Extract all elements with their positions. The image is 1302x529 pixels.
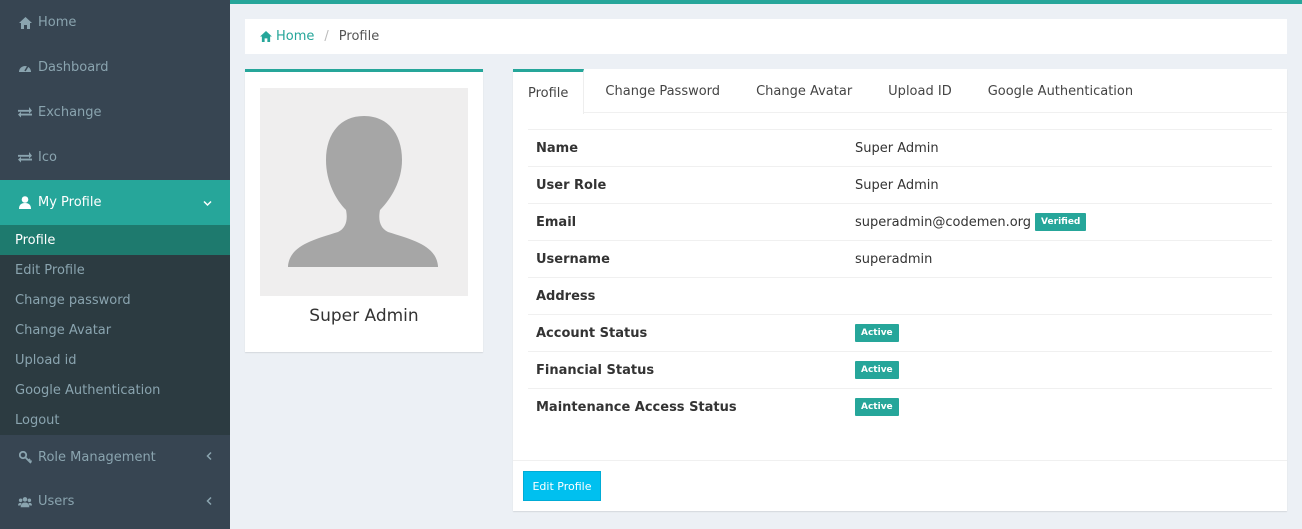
value-text: Super Admin xyxy=(855,140,939,156)
row-value: Super Admin xyxy=(855,178,1272,193)
row-label: Maintenance Access Status xyxy=(536,399,737,415)
exchange-icon xyxy=(18,106,32,120)
row-label: Address xyxy=(536,288,596,304)
submenu-item-logout[interactable]: Logout xyxy=(0,405,230,435)
sidebar-item-label: My Profile xyxy=(38,195,102,210)
row-label: Account Status xyxy=(536,325,648,341)
status-badge: Active xyxy=(855,361,899,379)
value-text: superadmin@codemen.org xyxy=(855,214,1032,230)
profile-name: Super Admin xyxy=(309,306,419,326)
sidebar-item-label: Ico xyxy=(38,150,57,165)
sidebar-item-label: Exchange xyxy=(38,105,102,120)
value-text: superadmin xyxy=(855,251,933,267)
sidebar-item-exchange[interactable]: Exchange xyxy=(0,90,230,135)
sidebar-item-dashboard[interactable]: Dashboard xyxy=(0,45,230,90)
sidebar-item-label: Home xyxy=(38,15,77,30)
tab-change-avatar[interactable]: Change Avatar xyxy=(738,69,870,113)
submenu-item-label: Change Avatar xyxy=(15,322,112,338)
table-row: User Role Super Admin xyxy=(528,166,1272,203)
tab-label: Profile xyxy=(528,85,569,101)
chevron-down-icon xyxy=(203,196,212,209)
tab-profile[interactable]: Profile xyxy=(513,69,585,114)
sidebar-item-label: Role Management xyxy=(38,449,156,465)
submenu-item-label: Edit Profile xyxy=(15,262,85,278)
home-icon xyxy=(260,31,272,42)
sidebar-item-ico[interactable]: Ico xyxy=(0,135,230,180)
avatar xyxy=(260,88,468,296)
chevron-left-icon xyxy=(206,451,212,464)
users-icon xyxy=(18,495,32,509)
key-icon xyxy=(18,450,32,464)
table-row: Financial Status Active xyxy=(528,351,1272,388)
breadcrumb-home-link[interactable]: Home xyxy=(260,29,314,44)
row-label: User Role xyxy=(536,177,607,193)
status-badge: Active xyxy=(855,398,899,416)
row-label: Financial Status xyxy=(536,362,655,378)
row-label: Email xyxy=(536,214,577,230)
table-row: Email superadmin@codemen.org Verified xyxy=(528,203,1272,240)
sidebar-item-label: Dashboard xyxy=(38,60,109,75)
table-row: Username superadmin xyxy=(528,240,1272,277)
row-value: Super Admin xyxy=(855,141,1272,156)
profile-card: Super Admin xyxy=(245,69,483,352)
edit-profile-button[interactable]: Edit Profile xyxy=(523,471,601,501)
chevron-left-icon xyxy=(206,495,212,508)
submenu-item-label: Google Authentication xyxy=(15,382,161,398)
submenu-item-google-authentication[interactable]: Google Authentication xyxy=(0,375,230,405)
breadcrumb-separator: / xyxy=(324,29,329,44)
tab-bar: Profile Change Password Change Avatar Up… xyxy=(513,69,1287,114)
breadcrumb-current: Profile xyxy=(338,29,380,44)
sidebar-item-role-management[interactable]: Role Management xyxy=(0,435,230,479)
submenu-item-label: Profile xyxy=(15,232,56,248)
tab-label: Change Avatar xyxy=(756,83,853,99)
exchange-icon xyxy=(18,151,32,165)
row-value: superadmin@codemen.org Verified xyxy=(855,213,1272,231)
submenu-item-label: Change password xyxy=(15,292,131,308)
sidebar-item-users[interactable]: Users xyxy=(0,479,230,524)
submenu-item-profile[interactable]: Profile xyxy=(0,225,230,255)
sidebar: Home Dashboard Exchange Ico My Profile P… xyxy=(0,0,230,529)
value-text: Super Admin xyxy=(855,177,939,193)
table-row: Address xyxy=(528,277,1272,314)
row-value: Active xyxy=(855,361,1272,379)
tab-upload-id[interactable]: Upload ID xyxy=(870,69,970,113)
status-badge: Verified xyxy=(1035,213,1087,231)
row-value: Active xyxy=(855,398,1272,416)
sidebar-item-my-profile[interactable]: My Profile xyxy=(0,180,230,225)
submenu-item-label: Logout xyxy=(15,412,60,428)
submenu-item-edit-profile[interactable]: Edit Profile xyxy=(0,255,230,285)
profile-submenu: Profile Edit Profile Change password Cha… xyxy=(0,225,230,435)
sidebar-item-label: Users xyxy=(38,494,75,509)
tab-label: Google Authentication xyxy=(987,83,1134,99)
row-value: Active xyxy=(855,324,1272,342)
tab-google-authentication[interactable]: Google Authentication xyxy=(970,69,1151,113)
dashboard-icon xyxy=(18,61,32,75)
top-accent-bar xyxy=(230,0,1302,4)
table-row: Maintenance Access Status Active xyxy=(528,388,1272,425)
submenu-item-label: Upload id xyxy=(15,352,77,368)
row-label: Username xyxy=(536,251,610,267)
row-label: Name xyxy=(536,140,579,156)
user-icon xyxy=(18,196,32,210)
tab-label: Upload ID xyxy=(888,83,952,99)
breadcrumb: Home / Profile xyxy=(245,19,1287,54)
submenu-item-upload-id[interactable]: Upload id xyxy=(0,345,230,375)
profile-details-table: Name Super Admin User Role Super Admin E… xyxy=(528,129,1272,425)
table-row: Name Super Admin xyxy=(528,129,1272,166)
profile-tabs-card: Profile Change Password Change Avatar Up… xyxy=(513,69,1287,511)
table-row: Account Status Active xyxy=(528,314,1272,351)
submenu-item-change-password[interactable]: Change password xyxy=(0,285,230,315)
submenu-item-change-avatar[interactable]: Change Avatar xyxy=(0,315,230,345)
row-value: superadmin xyxy=(855,252,1272,267)
sidebar-item-home[interactable]: Home xyxy=(0,0,230,45)
tab-change-password[interactable]: Change Password xyxy=(584,69,738,113)
home-icon xyxy=(18,16,32,30)
status-badge: Active xyxy=(855,324,899,342)
tab-label: Change Password xyxy=(605,83,721,99)
breadcrumb-home-label: Home xyxy=(276,29,315,44)
card-footer-divider xyxy=(513,460,1287,461)
